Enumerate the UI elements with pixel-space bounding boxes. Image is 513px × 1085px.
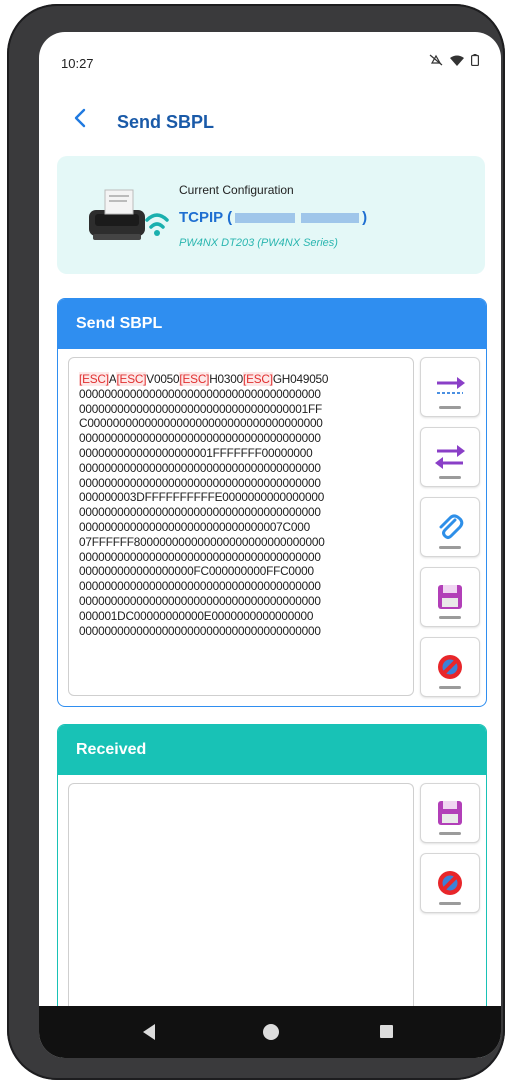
command-text: 000000003DFFFFFFFFFFE0000000000000000: [79, 490, 325, 505]
phone-frame: 10:27 Send SBPL Current Configuration TC…: [7, 4, 505, 1080]
command-text: C0000000000000000000000000000000000000: [79, 416, 323, 431]
status-icons: [429, 54, 479, 66]
sbpl-line: 000000000000000000001FFFFFFF00000000: [79, 446, 413, 461]
command-text: 000000000000000000000000000000000001FF: [79, 401, 323, 416]
esc-token: [ESC]: [116, 372, 147, 386]
floppy-disk-icon: [438, 801, 462, 825]
config-connection: TCPIP (): [179, 209, 367, 226]
redacted-port: [301, 213, 360, 224]
esc-token: [ESC]: [79, 372, 109, 386]
send-arrow-icon: [437, 377, 465, 394]
sbpl-line: 000001DC00000000000E0000000000000000: [79, 609, 413, 624]
sbpl-line: 00000000000000000000000000000007C000: [79, 520, 413, 535]
mute-icon: [429, 54, 443, 66]
command-text: 00000000000000000000000000000000000000: [79, 460, 321, 475]
command-text: 00000000000000000000000000000007C000: [79, 519, 310, 534]
esc-token: [ESC]: [243, 372, 273, 386]
chevron-left-icon: [74, 108, 86, 128]
app-bar: Send SBPL: [39, 104, 501, 148]
send-single-button[interactable]: [420, 357, 480, 417]
command-text: 00000000000000000000000000000000000000: [79, 593, 321, 608]
nav-back-icon[interactable]: [143, 1024, 155, 1040]
command-text: H0300: [209, 372, 243, 386]
send-receive-button[interactable]: [420, 427, 480, 487]
command-text: 00000000000000000000000000000000000000: [79, 475, 321, 490]
sbpl-line: 07FFFFFF800000000000000000000000000000: [79, 535, 413, 550]
prohibited-icon: [438, 655, 462, 679]
esc-token: [ESC]: [179, 372, 210, 386]
sbpl-line: 00000000000000000000000000000000000000: [79, 579, 413, 594]
sbpl-command-input[interactable]: [ESC]A[ESC]V0050[ESC]H0300[ESC]GH049050 0…: [68, 357, 414, 696]
connection-prefix: TCPIP (: [179, 209, 233, 226]
received-panel-header: Received: [58, 725, 486, 775]
command-text: 00000000000000000000000000000000000000: [79, 549, 321, 564]
floppy-disk-icon: [438, 585, 462, 609]
redacted-address: [235, 213, 296, 224]
received-actions: [420, 783, 480, 913]
command-text: 00000000000000000000000000000000000000: [79, 623, 321, 638]
command-text: 000001DC00000000000E0000000000000000: [79, 608, 314, 623]
sbpl-line: 00000000000000000000000000000000000000: [79, 594, 413, 609]
sbpl-line: 00000000000000000000000000000000000000: [79, 505, 413, 520]
nav-recents-icon[interactable]: [380, 1025, 393, 1038]
sbpl-line: 000000000000000000000000000000000001FF: [79, 402, 413, 417]
command-text: 07FFFFFF800000000000000000000000000000: [79, 534, 325, 549]
send-actions: [420, 357, 480, 697]
sbpl-line: 000000003DFFFFFFFFFFE0000000000000000: [79, 490, 413, 505]
battery-icon: [471, 54, 479, 66]
command-text: 00000000000000000000000000000000000000: [79, 431, 321, 446]
prohibited-icon: [438, 871, 462, 895]
config-model: PW4NX DT203 (PW4NX Series): [179, 237, 338, 249]
send-sbpl-panel: Send SBPL [ESC]A[ESC]V0050[ESC]H0300[ESC…: [57, 298, 487, 707]
command-text: GH049050: [272, 372, 329, 386]
screen: 10:27 Send SBPL Current Configuration TC…: [39, 32, 501, 1058]
printer-wifi-icon: [89, 189, 169, 240]
paperclip-icon: [439, 514, 464, 539]
clear-received-button[interactable]: [420, 853, 480, 913]
sbpl-line: 00000000000000000000000000000000000000: [79, 461, 413, 476]
page-title: Send SBPL: [117, 112, 215, 132]
sbpl-line: 00000000000000000000000000000000000000: [79, 624, 413, 639]
command-text: 00000000000000000000000000000000000000: [79, 579, 321, 594]
sbpl-line: C0000000000000000000000000000000000000: [79, 416, 413, 431]
attach-file-button[interactable]: [420, 497, 480, 557]
status-time: 10:27: [61, 56, 94, 71]
wifi-icon: [450, 55, 464, 66]
sbpl-line: 00000000000000000000000000000000000000: [79, 550, 413, 565]
clear-send-button[interactable]: [420, 637, 480, 697]
sbpl-line: 00000000000000000000000000000000000000: [79, 431, 413, 446]
command-text: 000000000000000000001FFFFFFF00000000: [79, 445, 313, 460]
send-panel-header: Send SBPL: [58, 299, 486, 349]
sbpl-line: [ESC]A[ESC]V0050[ESC]H0300[ESC]GH049050: [79, 372, 413, 387]
system-nav-bar: [39, 1006, 501, 1058]
save-received-button[interactable]: [420, 783, 480, 843]
command-text: V0050: [146, 372, 180, 386]
current-configuration-card[interactable]: Current Configuration TCPIP () PW4NX DT2…: [57, 156, 485, 274]
nav-home-icon[interactable]: [263, 1024, 279, 1040]
config-label: Current Configuration: [179, 183, 294, 197]
command-text: 00000000000000000000000000000000000000: [79, 386, 321, 401]
swap-arrows-icon: [435, 445, 465, 469]
command-text: 000000000000000000FC000000000FFC0000: [79, 564, 314, 579]
sbpl-command-text: [ESC]A[ESC]V0050[ESC]H0300[ESC]GH049050 0…: [79, 372, 413, 638]
status-bar: 10:27: [39, 32, 501, 94]
sbpl-line: 00000000000000000000000000000000000000: [79, 476, 413, 491]
sbpl-line: 000000000000000000FC000000000FFC0000: [79, 564, 413, 579]
sbpl-line: 00000000000000000000000000000000000000: [79, 387, 413, 402]
back-button[interactable]: [73, 106, 87, 134]
save-send-button[interactable]: [420, 567, 480, 627]
connection-suffix: ): [362, 209, 368, 226]
command-text: 00000000000000000000000000000000000000: [79, 505, 321, 520]
